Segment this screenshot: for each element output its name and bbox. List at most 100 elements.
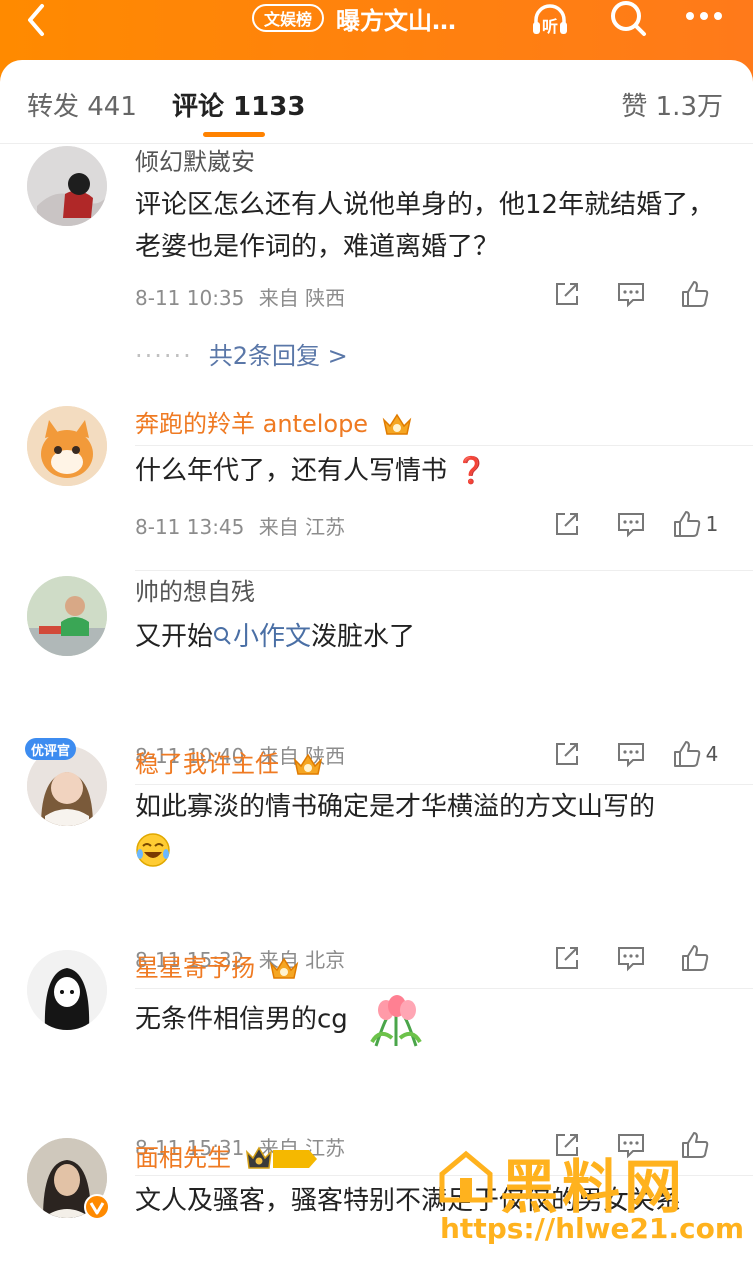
comment-text-content: 无条件相信男的cg <box>135 1004 348 1035</box>
comment-time: 8-11 10:35 <box>135 286 245 310</box>
content-card: 转发 441 评论 1133 赞 1.3万 倾幻默崴安 评论区怎么还有人说他单身… <box>0 60 753 1280</box>
tab-repost[interactable]: 转发 441 <box>27 86 137 123</box>
comment-text-before: 又开始 <box>135 622 214 652</box>
like-count: 1 <box>705 512 719 536</box>
replies-label: 共2条回复 > <box>208 342 348 370</box>
share-icon <box>556 1134 578 1156</box>
comment-author[interactable]: 面相先生 <box>135 1138 319 1173</box>
thumbs-up-icon <box>673 511 700 537</box>
membership-level-badge-icon <box>245 1146 317 1169</box>
divider <box>135 445 753 446</box>
back-arrow-icon <box>28 4 44 36</box>
listen-label: 听 <box>542 17 558 36</box>
comment-text-after: 泼脏水了 <box>311 622 416 652</box>
crown-badge-icon <box>269 957 298 979</box>
comment-icon <box>618 743 644 768</box>
share-icon <box>556 947 578 969</box>
divider <box>135 1175 753 1176</box>
comment-text: 无条件相信男的cg <box>135 992 725 1048</box>
comment-actions <box>535 274 727 314</box>
comment-author[interactable]: 稳了我许主任 <box>135 744 323 779</box>
thumbs-up-icon <box>682 281 709 307</box>
comment-text: 又开始 小作文泼脏水了 <box>135 616 725 658</box>
comment-meta: 8-11 10:35 来自 陕西 <box>135 282 345 311</box>
divider <box>135 784 753 785</box>
crown-badge-icon <box>293 753 322 775</box>
repost-button[interactable] <box>535 938 599 978</box>
share-icon <box>556 513 578 535</box>
tulip-sticker-icon <box>370 995 422 1047</box>
comment-author[interactable]: 星星寄予扬 <box>135 948 299 983</box>
thumbs-up-icon <box>682 945 709 971</box>
reply-button[interactable] <box>599 734 663 774</box>
thumbs-up-icon <box>673 741 700 767</box>
comment-actions <box>535 1125 727 1165</box>
dots-icon: ······ <box>135 342 193 370</box>
like-button[interactable] <box>663 274 727 314</box>
reviewer-badge: 优评官 <box>25 738 77 760</box>
like-count: 4 <box>705 742 719 766</box>
repost-button[interactable] <box>535 274 599 314</box>
avatar[interactable] <box>27 576 107 656</box>
like-button[interactable]: 1 <box>663 504 727 544</box>
header-title-group: 文娱榜 曝方文山… <box>252 0 456 36</box>
comment-author[interactable]: 奔跑的羚羊 antelope <box>135 404 412 439</box>
comment-author-name: 面相先生 <box>135 1144 231 1172</box>
crown-badge-icon <box>382 413 411 435</box>
avatar[interactable] <box>27 146 107 226</box>
comment-author[interactable]: 倾幻默崴安 <box>135 142 255 177</box>
reply-button[interactable] <box>599 938 663 978</box>
like-button[interactable] <box>663 938 727 978</box>
share-icon <box>556 743 578 765</box>
search-button[interactable] <box>606 0 650 40</box>
comment-text: 如此寡淡的情书确定是才华横溢的方文山写的 <box>135 786 725 870</box>
listen-button[interactable]: 听 <box>528 0 572 40</box>
comment-actions <box>535 938 727 978</box>
topic-label: 小作文 <box>233 622 312 652</box>
reply-button[interactable] <box>599 504 663 544</box>
page-title: 曝方文山… <box>336 6 457 35</box>
comment-text: 什么年代了，还有人写情书 ❓ <box>135 456 488 486</box>
repost-button[interactable] <box>535 734 599 774</box>
comment-icon <box>618 947 644 972</box>
avatar[interactable] <box>27 406 107 486</box>
comment-meta: 8-11 13:45 来自 江苏 <box>135 511 345 540</box>
verified-v-icon <box>84 1194 110 1220</box>
tab-bar: 转发 441 评论 1133 赞 1.3万 <box>0 60 753 144</box>
comment-author-name: 星星寄予扬 <box>135 954 255 982</box>
divider <box>135 570 753 571</box>
comment-location: 来自 陕西 <box>258 286 346 310</box>
comment-author[interactable]: 帅的想自残 <box>135 572 255 607</box>
comment-text-content: 如此寡淡的情书确定是才华横溢的方文山写的 <box>135 792 656 822</box>
like-button[interactable]: 4 <box>663 734 727 774</box>
comment-icon <box>618 283 644 308</box>
comment-time: 8-11 13:45 <box>135 515 245 539</box>
search-small-icon <box>214 627 231 645</box>
divider <box>135 988 753 989</box>
tab-comments[interactable]: 评论 1133 <box>172 86 305 123</box>
more-button[interactable] <box>682 0 726 40</box>
more-dots-icon <box>686 12 722 20</box>
ranking-badge: 文娱榜 <box>252 4 325 32</box>
comment-actions: 1 <box>535 504 727 544</box>
headphones-icon: 听 <box>533 4 567 36</box>
comment-icon <box>618 513 644 538</box>
comment-icon <box>618 1134 644 1159</box>
like-button[interactable] <box>663 1125 727 1165</box>
comment-author-name: 稳了我许主任 <box>135 750 279 778</box>
tab-likes[interactable]: 赞 1.3万 <box>621 86 723 123</box>
back-button[interactable] <box>16 0 56 40</box>
comment-text: 文人及骚客，骚客特别不满足于仅仅的男女关系 <box>135 1186 682 1216</box>
reply-button[interactable] <box>599 1125 663 1165</box>
topic-link[interactable]: 小作文 <box>213 622 311 652</box>
reply-button[interactable] <box>599 274 663 314</box>
laughing-crying-emoji-icon <box>136 832 170 867</box>
comment-actions: 4 <box>535 734 727 774</box>
repost-button[interactable] <box>535 504 599 544</box>
avatar[interactable] <box>27 950 107 1030</box>
repost-button[interactable] <box>535 1125 599 1165</box>
active-tab-indicator <box>203 132 265 137</box>
comment-author-name: 奔跑的羚羊 antelope <box>135 410 369 438</box>
comment-text: 评论区怎么还有人说他单身的，他12年就结婚了，老婆也是作词的，难道离婚了？ <box>135 190 715 262</box>
view-replies-link[interactable]: ······ 共2条回复 > <box>135 336 348 371</box>
